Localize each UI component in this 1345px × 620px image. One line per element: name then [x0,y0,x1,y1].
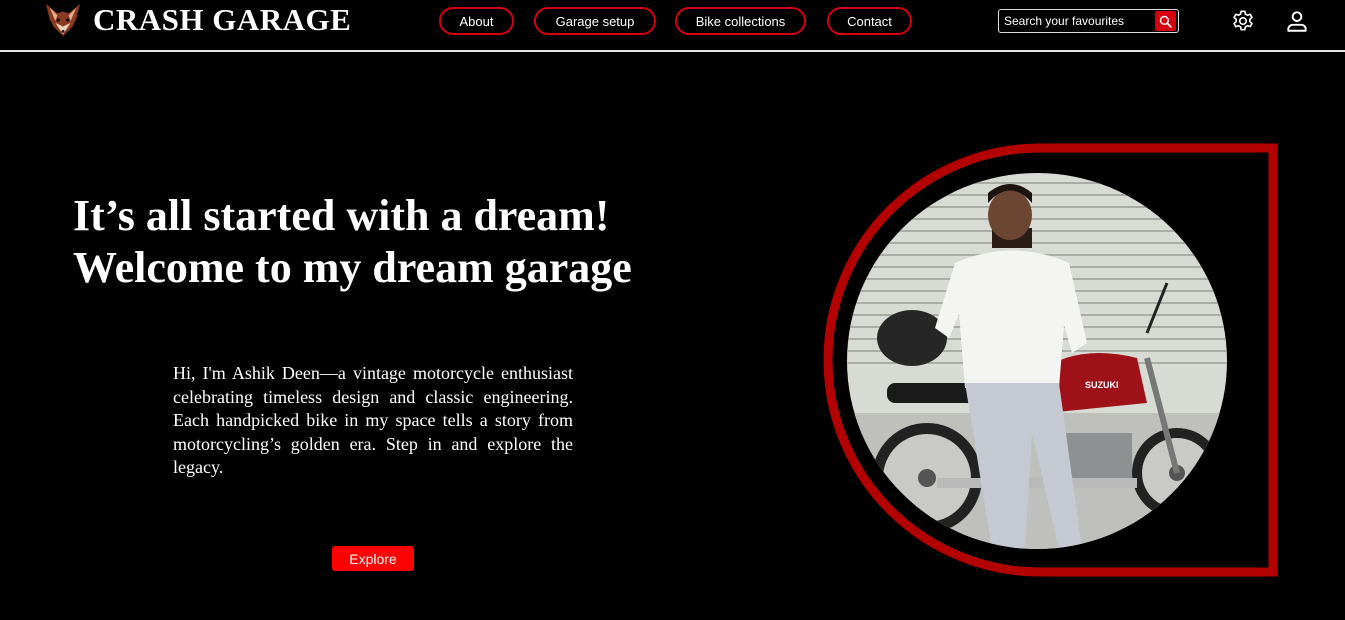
hero-title-line-2: Welcome to my dream garage [73,243,632,292]
nav-bike-collections-button[interactable]: Bike collections [675,7,806,35]
fox-head-icon[interactable] [44,2,82,38]
hero-title: It’s all started with a dream! Welcome t… [73,190,632,294]
user-icon[interactable] [1284,8,1310,34]
search-input[interactable] [999,11,1159,31]
nav-garage-setup-button[interactable]: Garage setup [534,7,656,35]
profile-photo: SUZUKI [847,173,1227,549]
search-box [998,9,1179,33]
nav-about-button[interactable]: About [439,7,514,35]
intro-paragraph: Hi, I'm Ashik Deen—a vintage motorcycle … [173,363,573,477]
photo-bike-label: SUZUKI [1085,380,1119,390]
search-button[interactable] [1155,11,1176,31]
search-icon [1159,15,1172,28]
explore-button[interactable]: Explore [332,546,414,571]
site-header: CRASH GARAGE About Garage setup Bike col… [0,0,1345,52]
gear-icon[interactable] [1230,8,1256,34]
nav-contact-button[interactable]: Contact [827,7,912,35]
brand-name[interactable]: CRASH GARAGE [93,2,351,38]
hero-title-line-1: It’s all started with a dream! [73,191,610,240]
